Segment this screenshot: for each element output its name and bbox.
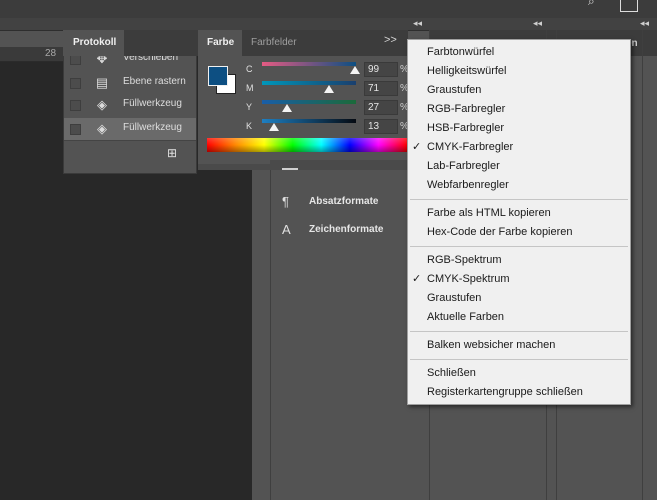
menu-item-label: Balken websicher machen: [427, 339, 556, 351]
menu-separator: [410, 359, 628, 360]
slider-track-m[interactable]: [262, 81, 356, 85]
menu-item[interactable]: Aktuelle Farben: [408, 308, 630, 327]
slider-thumb-m[interactable]: [323, 85, 334, 93]
tab-history-label: Protokoll: [73, 37, 117, 48]
history-row-label: Ebene rastern: [123, 76, 186, 87]
character-styles-label: Zeichenformate: [309, 224, 384, 235]
panel-grip[interactable]: [270, 160, 429, 168]
slider-thumb-c[interactable]: [350, 66, 361, 74]
menu-item-label: RGB-Spektrum: [427, 254, 502, 266]
checkmark-icon: ✓: [412, 141, 422, 153]
snapshot-checkbox[interactable]: [70, 100, 81, 111]
menu-item[interactable]: RGB-Spektrum: [408, 251, 630, 270]
slider-track-y[interactable]: [262, 100, 356, 104]
tab-swatches-label: Farbfelder: [251, 37, 297, 48]
expand-panel-icon[interactable]: >>: [384, 34, 397, 46]
menu-item[interactable]: HSB-Farbregler: [408, 119, 630, 138]
tab-color-label: Farbe: [207, 37, 235, 48]
application-bar: [0, 0, 657, 18]
value-field-y[interactable]: 27: [364, 100, 398, 115]
tab-history[interactable]: Protokoll: [64, 30, 124, 56]
value-text-y: 27: [368, 102, 380, 113]
menu-item-label: Registerkartengruppe schließen: [427, 386, 583, 398]
history-row-label: Füllwerkzeug: [123, 98, 182, 109]
menu-item[interactable]: RGB-Farbregler: [408, 100, 630, 119]
history-tabbar-cover: Protokoll: [64, 30, 198, 56]
menu-item-label: RGB-Farbregler: [427, 103, 506, 115]
value-field-k[interactable]: 13: [364, 119, 398, 134]
menu-item-label: HSB-Farbregler: [427, 122, 505, 134]
slider-label-c: C: [246, 64, 253, 74]
menu-item-label: Graustufen: [427, 84, 482, 96]
value-field-m[interactable]: 71: [364, 81, 398, 96]
menu-item[interactable]: Farbe als HTML kopieren: [408, 204, 630, 223]
snapshot-checkbox[interactable]: [70, 78, 81, 89]
slider-label-k: K: [246, 121, 253, 131]
color-tabbar: Farbe Farbfelder: [198, 30, 408, 56]
value-text-m: 71: [368, 83, 380, 94]
history-row[interactable]: ◈ Füllwerkzeug: [64, 94, 196, 116]
menu-item[interactable]: Graustufen: [408, 289, 630, 308]
collapse-dock-icon[interactable]: ◂◂: [640, 18, 649, 29]
menu-item-label: Lab-Farbregler: [427, 160, 500, 172]
menu-item-label: CMYK-Spektrum: [427, 273, 510, 285]
collapse-dock-icon[interactable]: ◂◂: [533, 18, 542, 29]
slider-label-m: M: [246, 83, 254, 93]
foreground-color-swatch[interactable]: [208, 66, 228, 86]
camera-icon[interactable]: ⊞: [167, 146, 177, 160]
search-icon[interactable]: ⌕: [588, 0, 595, 9]
paint-bucket-icon: ◈: [97, 97, 107, 112]
menu-item[interactable]: Balken websicher machen: [408, 336, 630, 355]
ruler-number: 28: [45, 48, 57, 59]
slider-label-y: Y: [246, 102, 253, 112]
history-row-selected[interactable]: ◈ Füllwerkzeug: [64, 118, 196, 140]
menu-item-label: Farbe als HTML kopieren: [427, 207, 551, 219]
document-icon: ▤: [95, 75, 109, 90]
slider-thumb-y[interactable]: [282, 104, 293, 112]
menu-item-label: Aktuelle Farben: [427, 311, 505, 323]
paint-bucket-icon: ◈: [97, 121, 107, 136]
menu-item-label: Helligkeitswürfel: [427, 65, 507, 77]
menu-item[interactable]: Graustufen: [408, 81, 630, 100]
menu-item-label: Schließen: [427, 367, 476, 379]
paragraph-styles-label: Absatzformate: [309, 196, 379, 207]
menu-item-label: Graustufen: [427, 292, 482, 304]
spectrum-shading: [207, 138, 407, 152]
dock-divider: [642, 30, 643, 500]
snapshot-checkbox[interactable]: [70, 124, 81, 135]
menu-separator: [410, 331, 628, 332]
value-text-k: 13: [368, 121, 380, 132]
slider-track-c[interactable]: [262, 62, 356, 66]
history-row[interactable]: ▤ Ebene rastern: [64, 72, 196, 94]
menu-item[interactable]: Hex-Code der Farbe kopieren: [408, 223, 630, 242]
menu-item[interactable]: Schließen: [408, 364, 630, 383]
value-field-c[interactable]: 99: [364, 62, 398, 77]
menu-item[interactable]: Helligkeitswürfel: [408, 62, 630, 81]
collapse-dock-icon[interactable]: ◂◂: [413, 18, 422, 29]
menu-item-label: Farbtonwürfel: [427, 46, 495, 58]
menu-item[interactable]: Farbtonwürfel: [408, 43, 630, 62]
paragraph-styles-icon: ¶: [282, 194, 289, 209]
checkmark-icon: ✓: [412, 273, 422, 285]
menu-item-label: Hex-Code der Farbe kopieren: [427, 226, 573, 238]
character-styles-icon: A: [282, 222, 291, 237]
history-row-label: Füllwerkzeug: [123, 122, 182, 133]
tab-swatches[interactable]: Farbfelder: [242, 30, 306, 56]
menu-item[interactable]: ✓ CMYK-Spektrum: [408, 270, 630, 289]
value-text-c: 99: [368, 64, 380, 75]
color-panel-menu: Farbtonwürfel Helligkeitswürfel Graustufen…: [407, 39, 631, 405]
workspace-switcher-button[interactable]: [620, 0, 638, 12]
menu-separator: [410, 246, 628, 247]
menu-item[interactable]: Webfarbenregler: [408, 176, 630, 195]
menu-item[interactable]: ✓ CMYK-Farbregler: [408, 138, 630, 157]
tab-color[interactable]: Farbe: [198, 30, 242, 56]
menu-item[interactable]: Registerkartengruppe schließen: [408, 383, 630, 402]
menu-separator: [410, 199, 628, 200]
slider-thumb-k[interactable]: [269, 123, 280, 131]
menu-item-label: CMYK-Farbregler: [427, 141, 514, 153]
menu-item-label: Webfarbenregler: [427, 179, 509, 191]
panel-divider-line: [282, 168, 298, 170]
menu-item[interactable]: Lab-Farbregler: [408, 157, 630, 176]
